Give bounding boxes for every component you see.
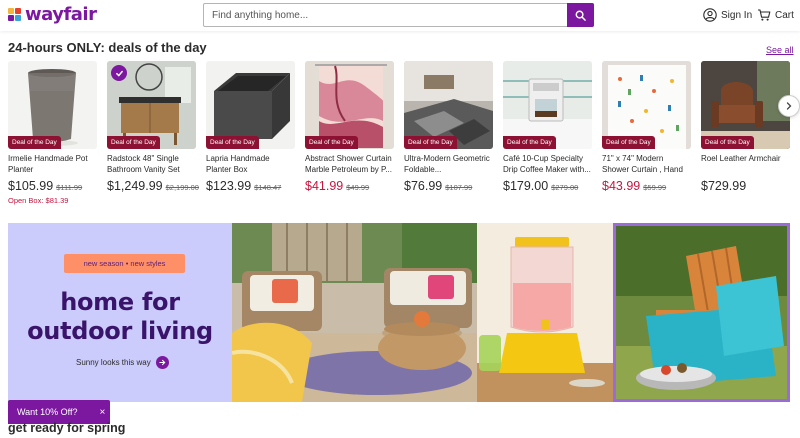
open-box-price: Open Box: $81.39 [8,196,69,205]
product-was-price: $111.99 [56,183,83,192]
product-price: $179.00 [503,179,549,193]
hero-cta-label: Sunny looks this way [76,358,151,367]
deal-of-day-badge: Deal of the Day [206,136,259,149]
hero-patio-image [232,223,477,402]
deal-of-day-badge: Deal of the Day [602,136,655,149]
product-price: $41.99 [305,179,344,193]
product-was-price: $107.99 [445,183,473,192]
new-season-pill: new season • new styles [64,254,185,273]
product-name: Radstock 48" Single Bathroom Vanity Set [107,154,180,174]
hero-headline-line1: home for [60,288,180,316]
hero-text-panel: new season • new styles home for outdoor… [8,223,232,402]
promo-label: Want 10% Off? [17,407,78,417]
deal-of-day-badge: Deal of the Day [305,136,358,149]
product-price: $123.99 [206,179,252,193]
search-input[interactable] [204,4,567,26]
deal-of-day-badge: Deal of the Day [8,136,61,149]
hero-cta-link[interactable]: Sunny looks this way [76,356,169,369]
sign-in-button[interactable]: Sign In [703,8,752,22]
product-name: Café 10-Cup Specialty Drip Coffee Maker … [503,154,591,174]
hero-drink-dispenser-image [477,223,613,402]
product-image[interactable]: Deal of the Day [404,61,493,149]
product-name: Lapria Handmade Planter Box [206,154,270,174]
product-card[interactable]: Deal of the Day Ultra-Modern Geometric F… [404,61,493,193]
product-price: $1,249.99 [107,179,163,193]
deals-section-title: 24-hours ONLY: deals of the day [8,40,207,55]
deal-of-day-badge: Deal of the Day [404,136,457,149]
cart-label: Cart [775,9,794,21]
product-was-price: $49.99 [346,183,370,192]
product-was-price: $59.99 [643,183,667,192]
search-button[interactable] [567,3,594,27]
carousel-next-button[interactable] [778,95,800,117]
product-image[interactable]: Deal of the Day [206,61,295,149]
product-image[interactable]: Deal of the Day [602,61,691,149]
account-icon [703,8,717,22]
product-card[interactable]: Deal of the Day Café 10-Cup Specialty Dr… [503,61,592,193]
outdoor-living-banner[interactable]: new season • new styles home for outdoor… [8,223,790,402]
product-name: 71" x 74" Modern Shower Curtain , Hand D… [602,154,683,174]
logo-text: wayfair [25,4,97,25]
hero-headline-line2: outdoor living [27,317,213,345]
product-card[interactable]: Deal of the Day Irmelie Handmade Pot Pla… [8,61,97,205]
deal-of-day-badge: Deal of the Day [503,136,556,149]
product-name: Irmelie Handmade Pot Planter [8,154,88,174]
deal-of-day-badge: Deal of the Day [701,136,754,149]
product-image[interactable]: Deal of the Day [701,61,790,149]
product-card[interactable]: Deal of the Day Roel Leather Armchair $7… [701,61,790,193]
product-was-price: $279.00 [551,183,579,192]
chevron-right-icon [786,102,792,110]
product-image[interactable]: Deal of the Day [107,61,196,149]
product-price: $105.99 [8,179,54,193]
product-price: $729.99 [701,179,747,193]
cart-icon [758,9,771,21]
product-was-price: $2,199.00 [165,183,199,192]
verified-check-icon [111,65,127,81]
hero-headline: home for outdoor living [8,288,232,346]
product-image[interactable]: Deal of the Day [8,61,97,149]
product-card[interactable]: Deal of the Day 71" x 74" Modern Shower … [602,61,691,193]
product-card[interactable]: Deal of the Day Abstract Shower Curtain … [305,61,394,193]
top-header: wayfair Sign In Cart [0,0,800,31]
spring-section-title: get ready for spring [8,421,126,435]
sign-in-label: Sign In [721,9,753,21]
product-price: $43.99 [602,179,641,193]
product-card[interactable]: Deal of the Day Radstock 48" Single Bath… [107,61,199,193]
see-all-link[interactable]: See all [766,45,794,55]
search-icon [575,10,586,21]
product-image[interactable]: Deal of the Day [305,61,394,149]
deal-of-day-badge: Deal of the Day [107,136,160,149]
logo-mark-icon [8,7,22,22]
product-name: Abstract Shower Curtain Marble Petroleum… [305,154,393,174]
product-name: Ultra-Modern Geometric Foldable... [404,154,490,174]
hero-adirondack-chairs-image [613,223,790,402]
wayfair-logo[interactable]: wayfair [8,4,97,25]
cart-button[interactable]: Cart [757,8,794,22]
product-image[interactable]: Deal of the Day [503,61,592,149]
product-was-price: $148.47 [254,183,282,192]
product-name: Roel Leather Armchair [701,154,781,163]
product-price: $76.99 [404,179,443,193]
product-card[interactable]: Deal of the Day Lapria Handmade Planter … [206,61,295,193]
arrow-right-icon [155,356,169,369]
close-icon[interactable]: × [100,407,106,418]
search-bar [203,3,594,27]
